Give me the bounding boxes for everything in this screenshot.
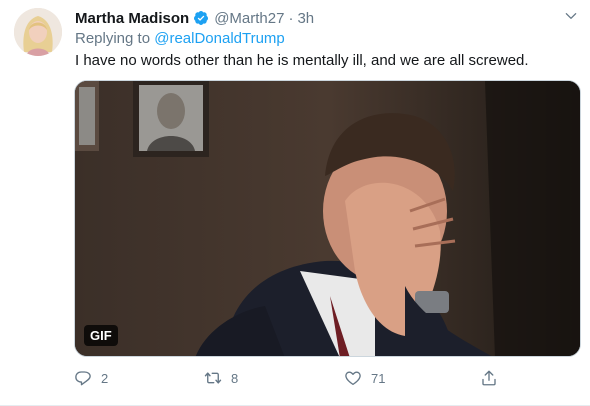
reply-count: 2	[101, 370, 109, 386]
reply-icon	[75, 371, 91, 386]
avatar[interactable]	[14, 8, 62, 56]
share-button[interactable]	[480, 367, 498, 389]
replying-to: Replying to @realDonaldTrump	[75, 30, 285, 47]
retweet-count: 8	[231, 370, 239, 386]
chevron-down-icon[interactable]	[564, 9, 578, 23]
author-handle[interactable]: @Marth27	[214, 10, 284, 27]
timestamp[interactable]: 3h	[297, 10, 314, 27]
tweet-actions: 2 8 71	[74, 367, 514, 389]
retweet-icon	[204, 372, 222, 384]
heart-icon	[345, 371, 361, 386]
retweet-button[interactable]: 8	[204, 367, 238, 389]
tweet-text: I have no words other than he is mentall…	[75, 52, 529, 69]
avatar-image	[14, 8, 62, 56]
share-icon	[482, 370, 496, 386]
replying-prefix: Replying to	[75, 30, 155, 47]
gif-badge: GIF	[84, 325, 118, 346]
reply-button[interactable]: 2	[74, 367, 108, 389]
separator-dot: ·	[288, 9, 294, 27]
author-name[interactable]: Martha Madison	[75, 10, 189, 27]
gif-media[interactable]	[74, 80, 581, 357]
verified-badge-icon	[194, 11, 209, 25]
gif-image	[75, 81, 580, 356]
replying-to-link[interactable]: @realDonaldTrump	[154, 30, 285, 47]
like-count: 71	[371, 370, 386, 386]
tweet-header: Martha Madison @Marth27 · 3h	[75, 8, 314, 28]
like-button[interactable]: 71	[344, 367, 385, 389]
tweet-card[interactable]: Martha Madison @Marth27 · 3h Replying to…	[0, 0, 590, 406]
